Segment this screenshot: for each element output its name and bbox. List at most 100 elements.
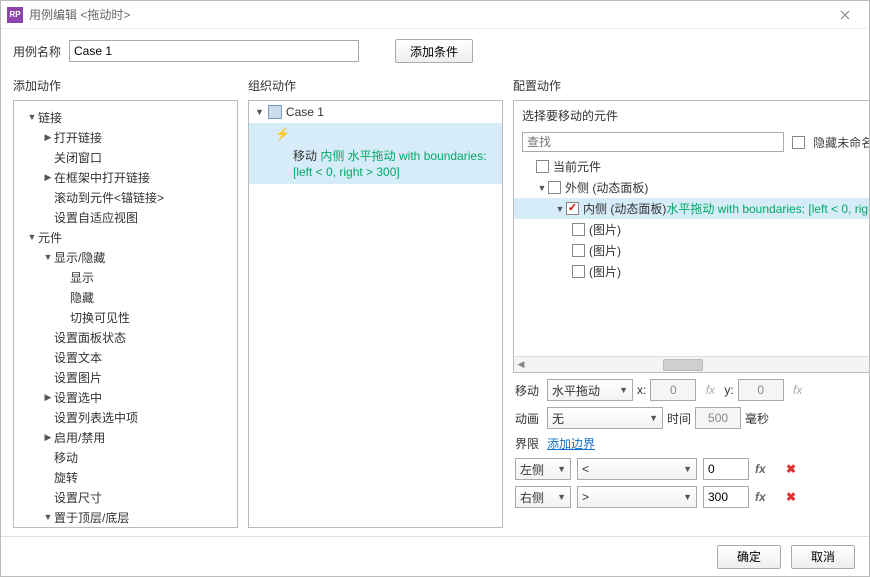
action-tree-item[interactable]: 设置图片 (18, 367, 233, 387)
widget-checkbox[interactable] (548, 181, 561, 194)
action-tree-label: 打开链接 (54, 129, 102, 146)
action-tree-item[interactable]: ▼元件 (18, 227, 233, 247)
widget-checkbox[interactable] (536, 160, 549, 173)
action-tree-item[interactable]: 设置面板状态 (18, 327, 233, 347)
dialog-footer: 确定 取消 (1, 536, 869, 576)
action-description[interactable]: 移动 内侧 水平拖动 with boundaries: [left < 0, r… (249, 145, 502, 184)
action-tree-item[interactable]: ▶打开链接 (18, 127, 233, 147)
boundary-value-input[interactable] (703, 458, 749, 480)
widget-checkbox[interactable] (572, 244, 585, 257)
widget-tree-item[interactable]: ▼内侧 (动态面板) 水平拖动 with boundaries: [left <… (514, 198, 869, 219)
boundary-op-select[interactable]: <▼ (577, 458, 697, 480)
boundary-fx-button[interactable]: fx (755, 490, 777, 504)
ok-button[interactable]: 确定 (717, 545, 781, 569)
tree-toggle-icon[interactable]: ▼ (26, 232, 38, 242)
move-type-select[interactable]: 水平拖动▼ (547, 379, 633, 401)
action-tree-item[interactable]: 滚动到元件<锚链接> (18, 187, 233, 207)
widget-tree-label: (图片) (589, 221, 621, 238)
add-actions-panel: ▼链接▶打开链接关闭窗口▶在框架中打开链接滚动到元件<锚链接>设置自适应视图▼元… (13, 100, 238, 528)
action-tree-item[interactable]: 旋转 (18, 467, 233, 487)
action-tree-item[interactable]: 设置列表选中项 (18, 407, 233, 427)
action-tree-item[interactable]: ▶在框架中打开链接 (18, 167, 233, 187)
action-tree-item[interactable]: 隐藏 (18, 287, 233, 307)
boundary-fx-button[interactable]: fx (755, 462, 777, 476)
x-fx-button[interactable]: fx (700, 379, 720, 401)
boundary-side-select[interactable]: 右侧▼ (515, 486, 571, 508)
boundary-side-select[interactable]: 左侧▼ (515, 458, 571, 480)
widget-checkbox[interactable] (572, 223, 585, 236)
widget-tree-item[interactable]: ▼ 外侧 (动态面板) (514, 177, 869, 198)
boundary-value-input[interactable] (703, 486, 749, 508)
action-tree-item[interactable]: 设置自适应视图 (18, 207, 233, 227)
y-input (738, 379, 784, 401)
case-label: Case 1 (286, 105, 324, 119)
add-actions-header: 添加动作 (13, 73, 238, 100)
action-tree-item[interactable]: ▶设置选中 (18, 387, 233, 407)
add-boundary-link[interactable]: 添加边界 (547, 435, 595, 452)
widget-checkbox[interactable] (566, 202, 579, 215)
scroll-thumb[interactable] (663, 359, 703, 371)
bolt-icon: ⚡ (275, 127, 290, 141)
action-tree-item[interactable]: 移动 (18, 447, 233, 467)
organize-actions-header: 组织动作 (248, 73, 503, 100)
tree-toggle-icon[interactable]: ▶ (42, 172, 54, 183)
widget-tree-item[interactable]: 当前元件 (514, 156, 869, 177)
add-condition-button[interactable]: 添加条件 (395, 39, 473, 63)
action-tree-label: 隐藏 (70, 289, 94, 306)
widget-tree-label: 外侧 (动态面板) (565, 179, 648, 196)
animation-select[interactable]: 无▼ (547, 407, 663, 429)
tree-toggle-icon[interactable]: ▶ (42, 432, 54, 443)
boundary-delete-button[interactable]: ✖ (783, 490, 799, 504)
tree-toggle-icon[interactable]: ▶ (42, 132, 54, 143)
app-icon: RP (7, 7, 23, 23)
action-tree-item[interactable]: 关闭窗口 (18, 147, 233, 167)
y-fx-button[interactable]: fx (788, 379, 808, 401)
boundary-op-select[interactable]: >▼ (577, 486, 697, 508)
move-controls: 水平拖动▼ x: fx y: fx (547, 379, 869, 401)
tree-toggle-icon[interactable]: ▼ (42, 252, 54, 262)
widget-tree-item[interactable]: (图片) (514, 240, 869, 261)
move-form: 移动 水平拖动▼ x: fx y: fx 动画 无▼ 时间 (513, 379, 869, 452)
action-tree-item[interactable]: 切换可见性 (18, 307, 233, 327)
search-input[interactable] (522, 132, 784, 152)
action-tree-item[interactable]: ▼置于顶层/底层 (18, 507, 233, 527)
tree-toggle-icon[interactable]: ▼ (26, 112, 38, 122)
tree-toggle-icon[interactable]: ▼ (536, 183, 548, 193)
widget-checkbox[interactable] (572, 265, 585, 278)
case-name-row: 用例名称 添加条件 (1, 29, 869, 73)
action-tree-item[interactable]: 设置尺寸 (18, 487, 233, 507)
action-tree-label: 设置列表选中项 (54, 409, 138, 426)
horizontal-scrollbar[interactable]: ◀ ▶ (514, 356, 869, 372)
boundary-row: 右侧▼ >▼ fx ✖ (515, 486, 869, 508)
action-tree-item[interactable]: 设置文本 (18, 347, 233, 367)
action-tree-item[interactable]: ▼链接 (18, 107, 233, 127)
action-tree-item[interactable]: 显示 (18, 267, 233, 287)
tree-toggle-icon[interactable]: ▼ (554, 204, 566, 214)
action-tree-item[interactable]: ▼显示/隐藏 (18, 247, 233, 267)
action-row[interactable]: ⚡ (249, 123, 502, 145)
move-label: 移动 (515, 382, 539, 399)
action-tree-label: 移动 (54, 449, 78, 466)
widget-tree-item[interactable]: (图片) (514, 261, 869, 282)
x-input (650, 379, 696, 401)
scroll-left-icon[interactable]: ◀ (514, 359, 528, 370)
cancel-button[interactable]: 取消 (791, 545, 855, 569)
action-tree-label: 设置文本 (54, 349, 102, 366)
widget-tree-item[interactable]: (图片) (514, 219, 869, 240)
boundary-delete-button[interactable]: ✖ (783, 462, 799, 476)
case-row[interactable]: ▼ Case 1 (249, 101, 502, 123)
scroll-track[interactable] (542, 358, 869, 372)
case-name-input[interactable] (69, 40, 359, 62)
animation-label: 动画 (515, 410, 539, 427)
tree-toggle-icon[interactable]: ▼ (42, 512, 54, 522)
animation-controls: 无▼ 时间 毫秒 (547, 407, 869, 429)
hide-unnamed-checkbox[interactable]: 隐藏未命名的元件 (792, 134, 869, 151)
action-tree-label: 置于顶层/底层 (54, 509, 129, 526)
action-tree-item[interactable]: ▶启用/禁用 (18, 427, 233, 447)
action-tree-label: 显示 (70, 269, 94, 286)
y-label: y: (724, 383, 733, 397)
select-widgets-title: 选择要移动的元件 (514, 101, 869, 128)
close-button[interactable] (827, 3, 863, 27)
tree-toggle-icon[interactable]: ▶ (42, 392, 54, 403)
case-editor-dialog: RP 用例编辑 <拖动时> 用例名称 添加条件 添加动作 ▼链接▶打开链接关闭窗… (0, 0, 870, 577)
